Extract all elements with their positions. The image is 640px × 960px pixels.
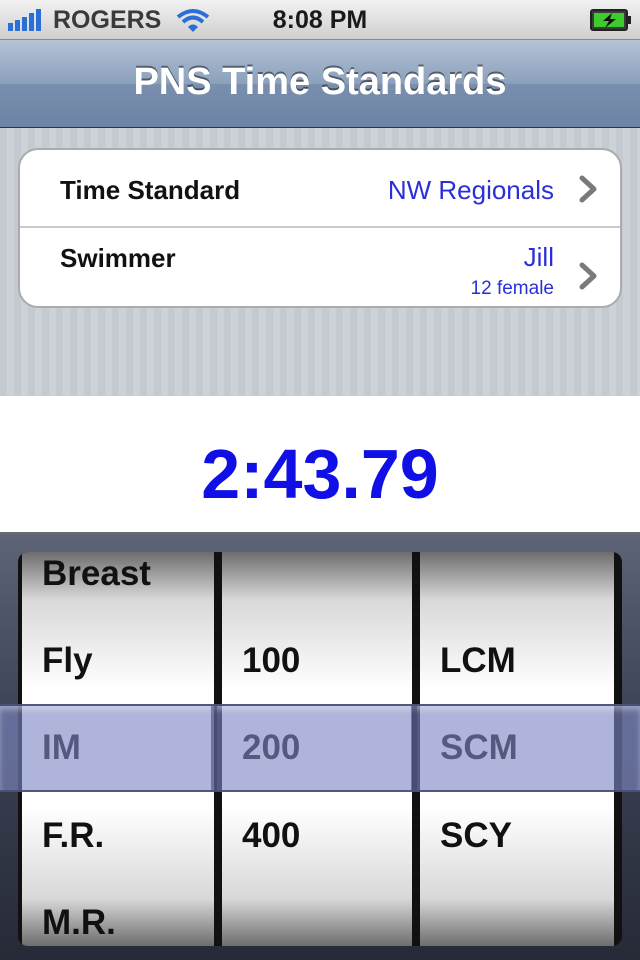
course-wheel[interactable]: LCM SCM SCY [420, 552, 614, 946]
course-option[interactable]: LCM [440, 641, 516, 681]
distance-option[interactable]: 100 [242, 641, 300, 681]
stroke-option-selected[interactable]: IM [42, 728, 81, 768]
event-picker: Breast Fly IM F.R. M.R. 100 200 400 LCM … [0, 534, 640, 960]
distance-wheel[interactable]: 100 200 400 [222, 552, 412, 946]
course-option-selected[interactable]: SCM [440, 728, 518, 768]
time-display: 2:43.79 [0, 396, 640, 534]
status-bar: ROGERS 8:08 PM [0, 0, 640, 40]
swimmer-detail: 12 female [470, 278, 554, 299]
time-standard-label: Time Standard [60, 175, 241, 205]
settings-area: Time Standard NW Regionals Swimmer Jill … [0, 128, 640, 396]
chevron-right-icon [579, 175, 597, 203]
picker-frame: Breast Fly IM F.R. M.R. 100 200 400 LCM … [18, 552, 622, 946]
swimmer-value: Jill [523, 242, 554, 272]
settings-group: Time Standard NW Regionals Swimmer Jill … [18, 148, 622, 308]
standard-time-value: 2:43.79 [201, 435, 439, 513]
stroke-option[interactable]: Fly [42, 641, 93, 681]
swimmer-row[interactable]: Swimmer Jill 12 female [20, 228, 620, 306]
stroke-option[interactable]: M.R. [42, 903, 116, 943]
stroke-option[interactable]: Breast [42, 554, 151, 594]
swimmer-label: Swimmer [60, 243, 176, 273]
battery-charging-icon [590, 9, 631, 31]
course-option[interactable]: SCY [440, 816, 512, 856]
page-title: PNS Time Standards [133, 61, 507, 103]
chevron-right-icon [579, 262, 597, 290]
stroke-wheel[interactable]: Breast Fly IM F.R. M.R. [22, 552, 214, 946]
time-standard-row[interactable]: Time Standard NW Regionals [20, 150, 620, 228]
status-time: 8:08 PM [272, 6, 368, 34]
distance-option-selected[interactable]: 200 [242, 728, 300, 768]
navigation-bar: PNS Time Standards [0, 40, 640, 128]
time-standard-value: NW Regionals [387, 175, 554, 205]
distance-option[interactable]: 400 [242, 816, 300, 856]
stroke-option[interactable]: F.R. [42, 816, 104, 856]
